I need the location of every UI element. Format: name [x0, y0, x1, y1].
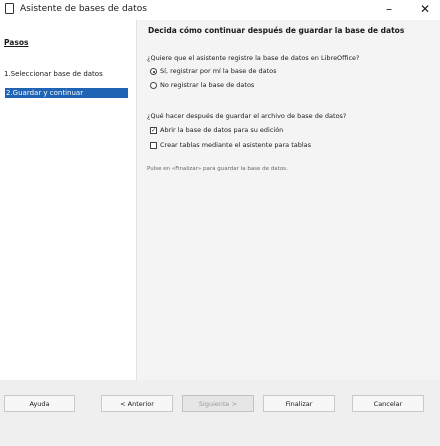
main-panel: Decida cómo continuar después de guardar… [136, 20, 440, 380]
next-button[interactable]: Siguiente > [182, 395, 254, 412]
cancel-button[interactable]: Cancelar [352, 395, 424, 412]
window-title: Asistente de bases de datos [20, 4, 147, 14]
title-bar: Asistente de bases de datos – ✕ [0, 0, 440, 20]
register-no-radio[interactable] [150, 82, 157, 89]
create-tables-option[interactable]: Crear tablas mediante el asistente para … [150, 141, 311, 150]
minimize-button[interactable]: – [380, 1, 398, 18]
step-save-and-continue[interactable]: 2.Guardar y continuar [5, 88, 128, 98]
finish-info-text: Pulse en «Finalizar» para guardar la bas… [147, 166, 288, 172]
document-icon [5, 3, 14, 14]
create-tables-label: Crear tablas mediante el asistente para … [160, 141, 312, 149]
page-heading: Decida cómo continuar después de guardar… [148, 26, 405, 35]
finish-button[interactable]: Finalizar [263, 395, 335, 412]
steps-title: Pasos [4, 38, 29, 47]
button-bar: Ayuda < Anterior Siguiente > Finalizar C… [0, 380, 440, 446]
register-yes-radio[interactable] [150, 68, 157, 75]
open-for-editing-option[interactable]: ✓ Abrir la base de datos para su edición [150, 126, 283, 135]
register-question: ¿Quiere que el asistente registre la bas… [147, 54, 360, 62]
back-button[interactable]: < Anterior [101, 395, 173, 412]
help-button[interactable]: Ayuda [4, 395, 75, 412]
register-no-option[interactable]: No registrar la base de datos [150, 81, 254, 90]
step-select-database[interactable]: 1.Seleccionar base de datos [4, 69, 103, 79]
step-save-and-continue-label: 2.Guardar y continuar [6, 89, 84, 97]
steps-sidebar: Pasos 1.Seleccionar base de datos 2.Guar… [0, 20, 136, 380]
register-yes-label: Sí, registrar por mí la base de datos [160, 67, 277, 75]
open-for-editing-checkbox[interactable]: ✓ [150, 127, 157, 134]
register-no-label: No registrar la base de datos [160, 81, 255, 89]
close-button[interactable]: ✕ [416, 1, 434, 18]
open-for-editing-label: Abrir la base de datos para su edición [160, 126, 284, 134]
create-tables-checkbox[interactable] [150, 142, 157, 149]
register-yes-option[interactable]: Sí, registrar por mí la base de datos [150, 67, 277, 76]
after-save-question: ¿Qué hacer después de guardar el archivo… [147, 112, 347, 120]
